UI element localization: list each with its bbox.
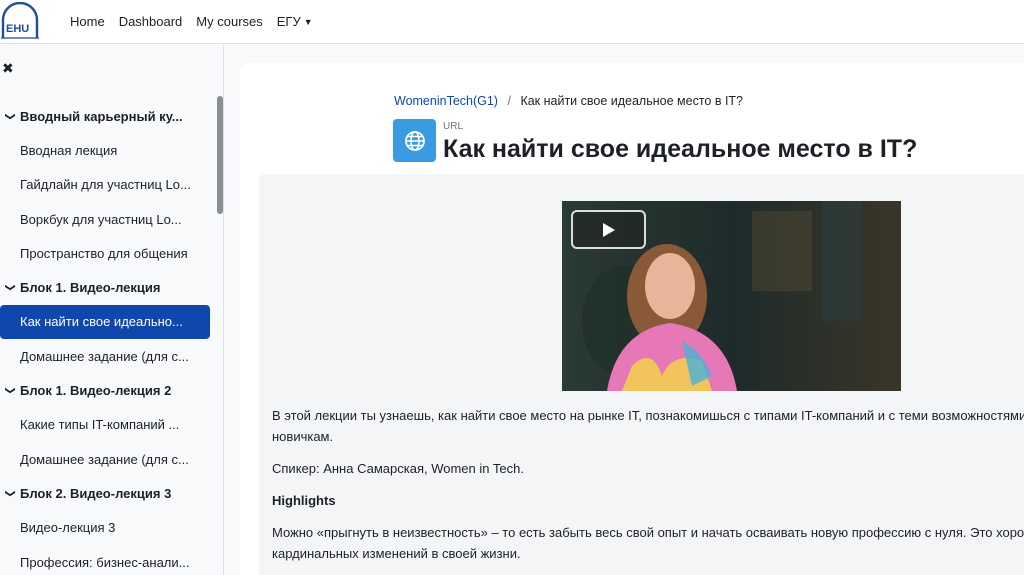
nav-home[interactable]: Home — [70, 14, 105, 29]
drawer-item-label: Профессия: бизнес-анали... — [20, 554, 190, 570]
drawer-item-label: Вводная лекция — [20, 142, 118, 158]
course-section-item[interactable]: ❯ Блок 2. Видео-лекция 3 — [0, 476, 214, 510]
logo-text: EHU — [6, 22, 30, 35]
breadcrumb-course-link[interactable]: WomeninTech(G1) — [394, 94, 498, 108]
course-section-item[interactable]: ❯ Блок 1. Видео-лекция — [0, 270, 214, 304]
drawer-item-label: Блок 2. Видео-лекция 3 — [20, 485, 172, 501]
drawer-item-label: Как найти свое идеально... — [20, 314, 183, 330]
drawer-item-label: Гайдлайн для участниц Lo... — [20, 177, 191, 193]
course-activity-item[interactable]: Гайдлайн для участниц Lo... — [0, 168, 214, 202]
chevron-down-icon[interactable]: ❯ — [5, 483, 16, 503]
main-region: WomeninTech(G1) / Как найти свое идеальн… — [240, 63, 1024, 575]
video-player[interactable] — [562, 201, 901, 391]
url-module-icon — [393, 119, 436, 162]
course-activity-item[interactable]: Воркбук для участниц Lo... — [0, 202, 214, 236]
chevron-down-icon: ▼ — [303, 16, 313, 27]
drawer-item-label: Домашнее задание (для с... — [20, 451, 189, 467]
breadcrumb: WomeninTech(G1) / Как найти свое идеальн… — [394, 94, 743, 108]
activity-content: В этой лекции ты узнаешь, как найти свое… — [259, 174, 1024, 575]
nav-my-courses[interactable]: My courses — [196, 14, 262, 29]
highlight-text-line-2: кардинальных изменений в своей жизни. — [272, 546, 521, 561]
breadcrumb-current: Как найти свое идеальное место в IT? — [520, 94, 744, 108]
course-activity-item[interactable]: Домашнее задание (для с... — [0, 442, 214, 476]
page-title: Как найти свое идеальное место в IT? — [443, 135, 918, 163]
course-activity-item[interactable]: Видео-лекция 3 — [0, 511, 214, 545]
chevron-down-icon[interactable]: ❯ — [5, 381, 16, 401]
course-index-list: ❯ Вводный карьерный ку... Вводная лекция Га… — [0, 99, 214, 575]
play-icon — [602, 222, 615, 237]
nav-dashboard[interactable]: Dashboard — [119, 14, 183, 29]
drawer-item-label: Какие типы IT-компаний ... — [20, 417, 180, 433]
logo-arch-icon — [1, 1, 39, 39]
nav-language-dropdown[interactable]: ЕГУ ▼ — [277, 14, 313, 29]
intro-text-line-1: В этой лекции ты узнаешь, как найти свое… — [272, 408, 1024, 423]
top-navbar: EHU Home Dashboard My courses ЕГУ ▼ — [0, 0, 1024, 44]
course-index-drawer: ✖ ❯ Вводный карьерный ку... Вводная лекция… — [0, 45, 224, 575]
drawer-scrollbar[interactable] — [217, 96, 223, 214]
breadcrumb-separator: / — [507, 94, 511, 108]
speaker-text: Спикер: Анна Самарская, Women in Tech. — [272, 461, 524, 476]
highlights-heading: Highlights — [272, 493, 336, 508]
drawer-item-label: Пространство для общения — [20, 245, 188, 261]
play-button[interactable] — [571, 210, 646, 249]
drawer-item-label: Домашнее задание (для с... — [20, 348, 189, 364]
drawer-item-label: Блок 1. Видео-лекция 2 — [20, 383, 172, 399]
chevron-down-icon[interactable]: ❯ — [5, 278, 16, 298]
close-icon[interactable]: ✖ — [2, 61, 16, 75]
nav-dropdown-label: ЕГУ — [276, 14, 301, 29]
globe-icon — [404, 130, 425, 151]
course-activity-item[interactable]: Как найти свое идеально... — [0, 304, 210, 340]
module-type-label: URL — [443, 121, 464, 132]
drawer-item-label: Воркбук для участниц Lo... — [20, 211, 182, 227]
drawer-item-label: Блок 1. Видео-лекция — [20, 280, 161, 296]
course-activity-item[interactable]: Вводная лекция — [0, 133, 214, 167]
course-activity-item[interactable]: Какие типы IT-компаний ... — [0, 408, 214, 442]
course-section-item[interactable]: ❯ Блок 1. Видео-лекция 2 — [0, 373, 214, 407]
site-logo[interactable]: EHU — [0, 1, 40, 42]
drawer-item-label: Вводный карьерный ку... — [20, 108, 183, 124]
course-activity-item[interactable]: Профессия: бизнес-анали... — [0, 545, 214, 575]
course-activity-item[interactable]: Домашнее задание (для с... — [0, 339, 214, 373]
chevron-down-icon[interactable]: ❯ — [5, 106, 16, 126]
course-section-item[interactable]: ❯ Вводный карьерный ку... — [0, 99, 214, 133]
intro-text-line-2: новичкам. — [272, 429, 334, 444]
drawer-item-label: Видео-лекция 3 — [20, 520, 116, 536]
course-activity-item[interactable]: Пространство для общения — [0, 236, 214, 270]
highlight-text-line-1: Можно «прыгнуть в неизвестность» – то ес… — [272, 525, 1024, 540]
